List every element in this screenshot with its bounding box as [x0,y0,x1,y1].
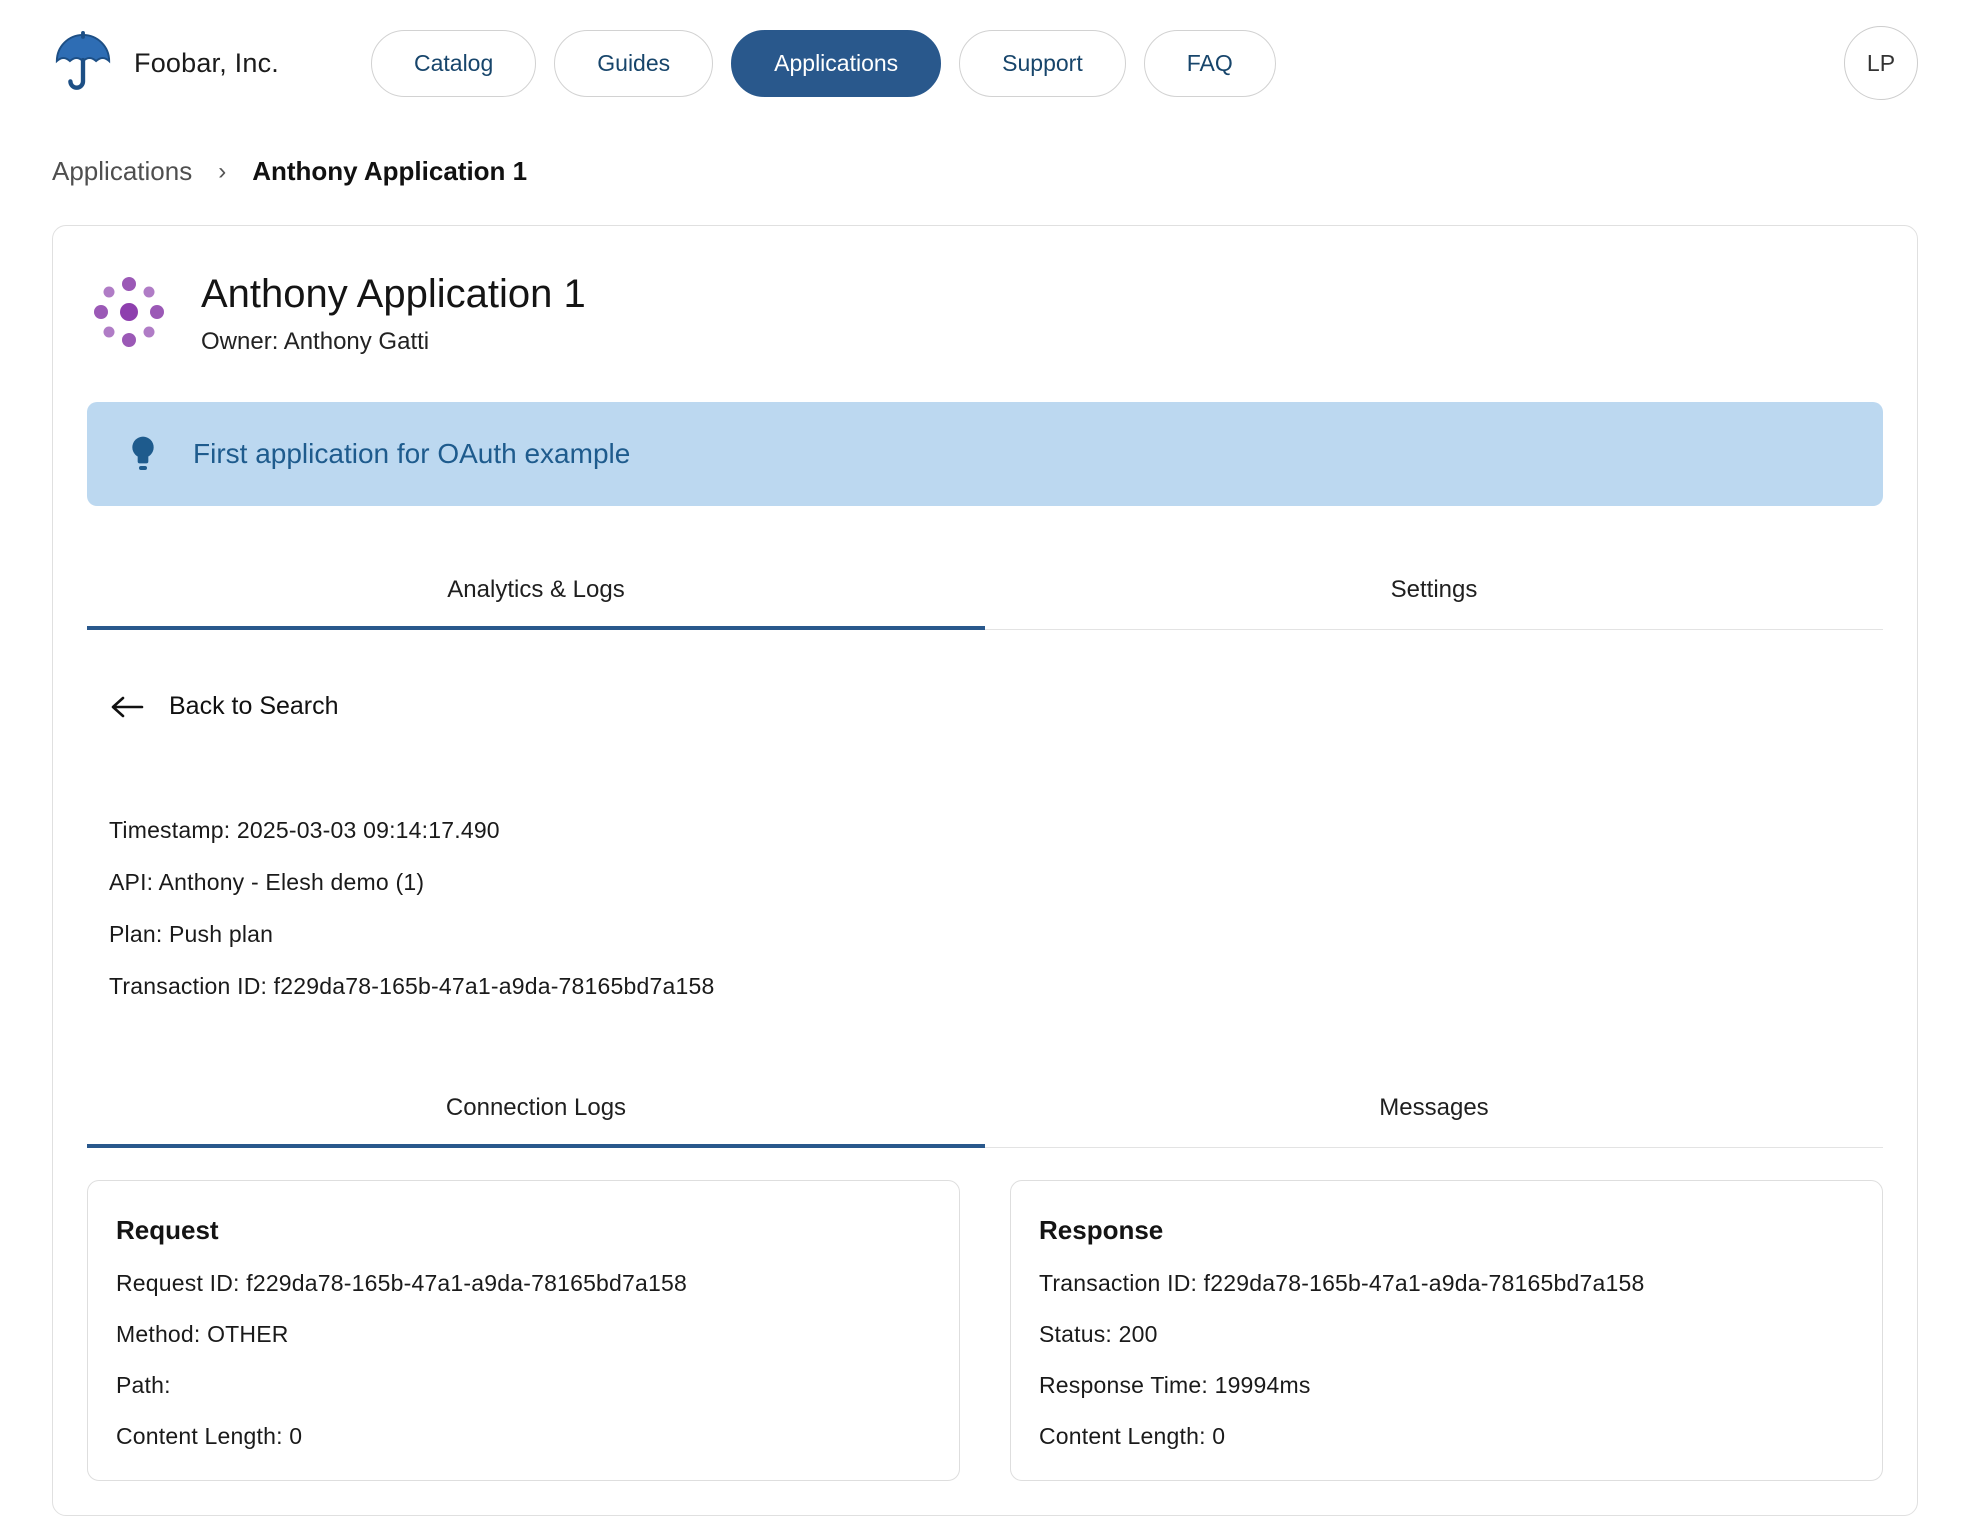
app-header-text: Anthony Application 1 Owner: Anthony Gat… [201,270,586,356]
page: Foobar, Inc. Catalog Guides Applications… [0,0,1970,1474]
breadcrumb-applications-link[interactable]: Applications [52,156,192,187]
tab-connection-logs[interactable]: Connection Logs [87,1070,985,1148]
log-cards: Request Request ID: f229da78-165b-47a1-a… [87,1180,1883,1481]
request-card-title: Request [116,1215,931,1246]
log-detail-api: API: Anthony - Elesh demo (1) [109,869,1883,896]
tab-settings[interactable]: Settings [985,552,1883,630]
description-banner: First application for OAuth example [87,402,1883,506]
tab-analytics-logs[interactable]: Analytics & Logs [87,552,985,630]
response-status: Status: 200 [1039,1321,1854,1348]
chevron-right-icon: › [218,158,226,186]
nav-item-guides[interactable]: Guides [554,30,713,97]
log-detail-timestamp: Timestamp: 2025-03-03 09:14:17.490 [109,817,1883,844]
nav-item-support[interactable]: Support [959,30,1126,97]
response-time: Response Time: 19994ms [1039,1372,1854,1399]
brand-logo[interactable]: Foobar, Inc. [52,31,279,95]
request-method: Method: OTHER [116,1321,931,1348]
app-icon [87,270,171,354]
umbrella-icon [52,31,114,95]
log-tabs: Connection Logs Messages [87,1070,1883,1148]
lightbulb-icon [127,434,159,474]
breadcrumb: Applications › Anthony Application 1 [0,124,1970,187]
main-tabs: Analytics & Logs Settings [87,552,1883,630]
log-detail-transaction-id: Transaction ID: f229da78-165b-47a1-a9da-… [109,973,1883,1000]
back-arrow-icon [109,694,145,720]
nav-item-applications[interactable]: Applications [731,30,941,97]
request-path: Path: [116,1372,931,1399]
breadcrumb-current: Anthony Application 1 [252,156,527,187]
log-details: Timestamp: 2025-03-03 09:14:17.490 API: … [109,817,1883,1000]
application-card: Anthony Application 1 Owner: Anthony Gat… [52,225,1918,1516]
top-nav: Foobar, Inc. Catalog Guides Applications… [0,0,1970,124]
response-transaction-id: Transaction ID: f229da78-165b-47a1-a9da-… [1039,1270,1854,1297]
log-detail-plan: Plan: Push plan [109,921,1883,948]
app-header: Anthony Application 1 Owner: Anthony Gat… [87,270,1883,356]
back-to-search-label: Back to Search [169,692,339,721]
app-title: Anthony Application 1 [201,272,586,316]
response-content-length: Content Length: 0 [1039,1423,1854,1450]
main-nav: Catalog Guides Applications Support FAQ [371,30,1276,97]
nav-item-catalog[interactable]: Catalog [371,30,536,97]
back-to-search-link[interactable]: Back to Search [109,692,339,721]
request-card: Request Request ID: f229da78-165b-47a1-a… [87,1180,960,1481]
request-id: Request ID: f229da78-165b-47a1-a9da-7816… [116,1270,931,1297]
request-content-length: Content Length: 0 [116,1423,931,1450]
app-owner: Owner: Anthony Gatti [201,328,586,356]
brand-name: Foobar, Inc. [134,48,279,79]
response-card-title: Response [1039,1215,1854,1246]
app-description: First application for OAuth example [193,438,630,470]
response-card: Response Transaction ID: f229da78-165b-4… [1010,1180,1883,1481]
user-avatar[interactable]: LP [1844,26,1918,100]
nav-item-faq[interactable]: FAQ [1144,30,1276,97]
tab-messages[interactable]: Messages [985,1070,1883,1148]
